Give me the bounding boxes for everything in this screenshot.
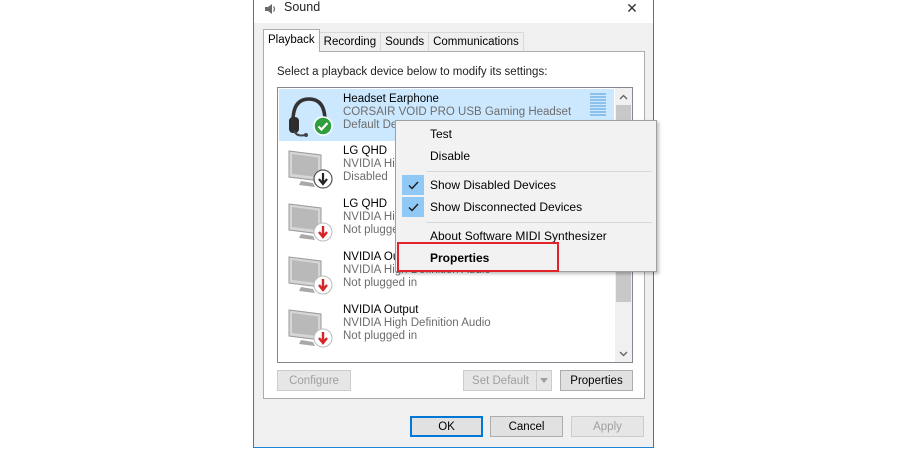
unplugged-arrow-icon — [313, 222, 333, 242]
close-button[interactable]: ✕ — [611, 0, 653, 23]
tab-recording[interactable]: Recording — [318, 32, 382, 52]
apply-button[interactable]: Apply — [571, 416, 644, 437]
chevron-up-icon — [619, 94, 628, 99]
volume-level-meter — [590, 93, 606, 117]
menu-item-label: Disable — [430, 149, 471, 163]
tab-sounds[interactable]: Sounds — [380, 32, 430, 52]
menu-item-label: Test — [430, 127, 453, 141]
tab-strip: Playback Recording Sounds Communications — [263, 29, 524, 52]
unplugged-arrow-icon — [313, 328, 333, 348]
chevron-down-icon — [619, 351, 628, 356]
cancel-button[interactable]: Cancel — [490, 416, 563, 437]
scroll-up-button[interactable] — [615, 88, 632, 105]
device-name: LG QHD — [343, 145, 388, 157]
device-description: CORSAIR VOID PRO USB Gaming Headset — [343, 106, 572, 118]
scroll-down-button[interactable] — [615, 345, 632, 362]
device-status: Default De — [343, 119, 398, 131]
unplugged-arrow-icon — [313, 275, 333, 295]
menu-item-label: About Software MIDI Synthesizer — [430, 229, 607, 243]
checkmark-icon — [402, 197, 424, 217]
close-icon: ✕ — [626, 0, 638, 16]
title-bar[interactable]: Sound ✕ — [254, 0, 653, 23]
menu-item-label: Show Disconnected Devices — [430, 200, 583, 214]
device-name: Headset Earphone — [343, 93, 439, 105]
set-default-dropdown[interactable] — [536, 371, 551, 390]
window-title: Sound — [284, 0, 321, 14]
properties-button[interactable]: Properties — [560, 370, 633, 391]
set-default-button[interactable]: Set Default — [463, 370, 552, 391]
device-description: NVIDIA High Definition Audio — [343, 317, 491, 329]
chevron-down-icon — [540, 378, 548, 383]
tab-playback[interactable]: Playback — [263, 29, 320, 52]
device-name: NVIDIA Ou — [343, 251, 400, 263]
disabled-arrow-icon — [313, 169, 333, 189]
menu-item-label: Show Disabled Devices — [430, 178, 557, 192]
menu-item-show-disconnected[interactable]: Show Disconnected Devices — [398, 196, 654, 218]
default-check-icon — [313, 116, 333, 136]
device-item-nvidia-output-2[interactable]: NVIDIA Output NVIDIA High Definition Aud… — [279, 300, 614, 352]
menu-separator — [426, 171, 652, 172]
device-status: Not plugged in — [343, 277, 418, 289]
device-name: NVIDIA Output — [343, 304, 419, 316]
configure-button[interactable]: Configure — [277, 370, 351, 391]
ok-button[interactable]: OK — [410, 416, 483, 437]
menu-item-disable[interactable]: Disable — [398, 145, 654, 167]
menu-item-test[interactable]: Test — [398, 123, 654, 145]
checkmark-icon — [402, 175, 424, 195]
menu-item-show-disabled[interactable]: Show Disabled Devices — [398, 174, 654, 196]
device-status: Disabled — [343, 171, 388, 183]
annotation-highlight-box — [397, 242, 559, 272]
set-default-label: Set Default — [472, 374, 529, 387]
device-status: Not plugged in — [343, 330, 418, 342]
instruction-text: Select a playback device below to modify… — [277, 66, 548, 78]
tab-communications[interactable]: Communications — [428, 32, 524, 52]
menu-separator — [426, 222, 652, 223]
device-name: LG QHD — [343, 198, 388, 210]
speaker-icon — [265, 4, 276, 14]
